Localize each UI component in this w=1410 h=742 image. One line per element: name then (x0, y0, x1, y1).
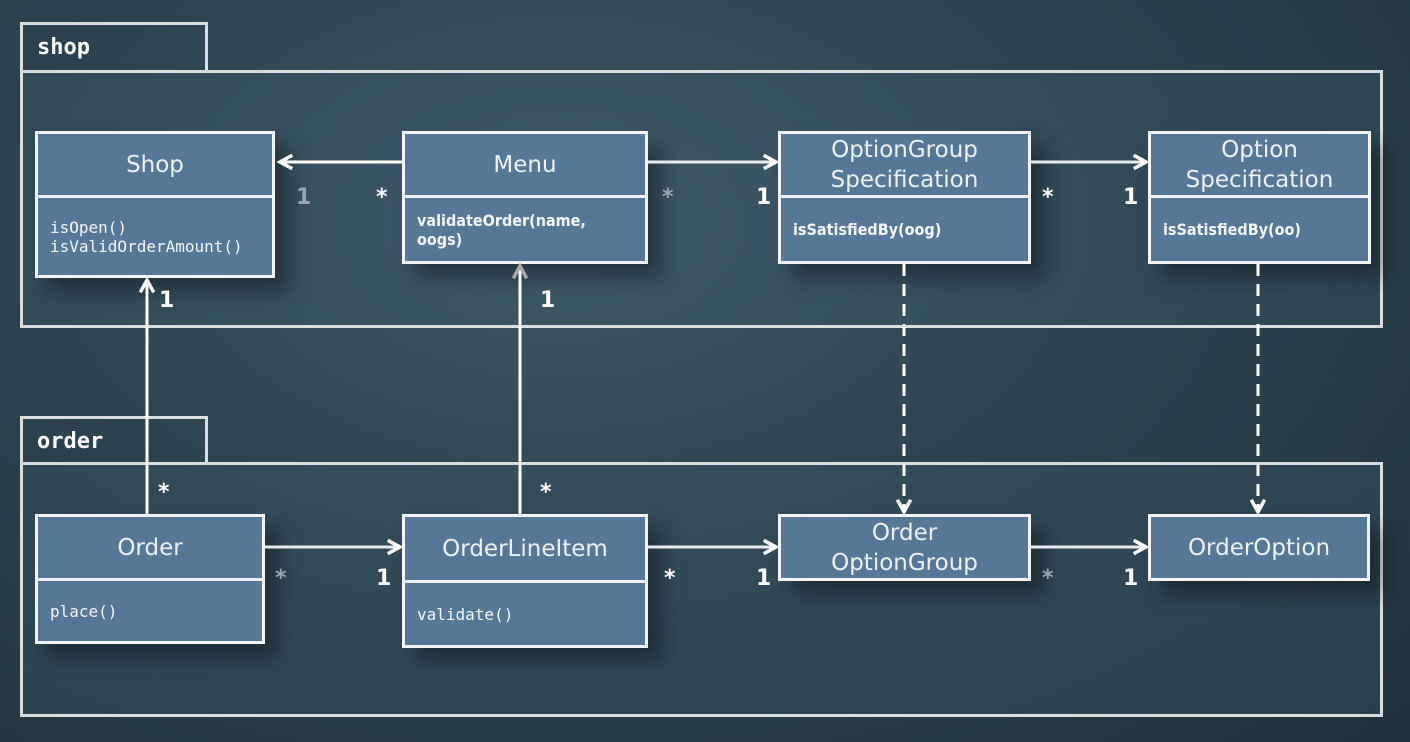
multiplicity-label: 1 (756, 566, 772, 591)
association-lines (138, 153, 1267, 556)
multiplicity-label: 1 (376, 566, 392, 591)
multiplicity-label: 1 (540, 288, 556, 313)
multiplicity-label: 1 (756, 185, 772, 210)
multiplicity-label: 1 (1123, 185, 1139, 210)
multiplicity-label: * (662, 185, 674, 210)
multiplicity-label: * (376, 185, 388, 210)
multiplicity-label: * (1042, 566, 1054, 591)
multiplicity-label: * (275, 566, 287, 591)
multiplicity-label: 1 (296, 185, 312, 210)
multiplicity-label: * (1042, 185, 1054, 210)
multiplicity-label: * (158, 480, 170, 505)
multiplicity-label: 1 (159, 288, 175, 313)
multiplicity-label: 1 (1123, 566, 1139, 591)
multiplicity-label: * (664, 566, 676, 591)
multiplicity-label: * (540, 480, 552, 505)
